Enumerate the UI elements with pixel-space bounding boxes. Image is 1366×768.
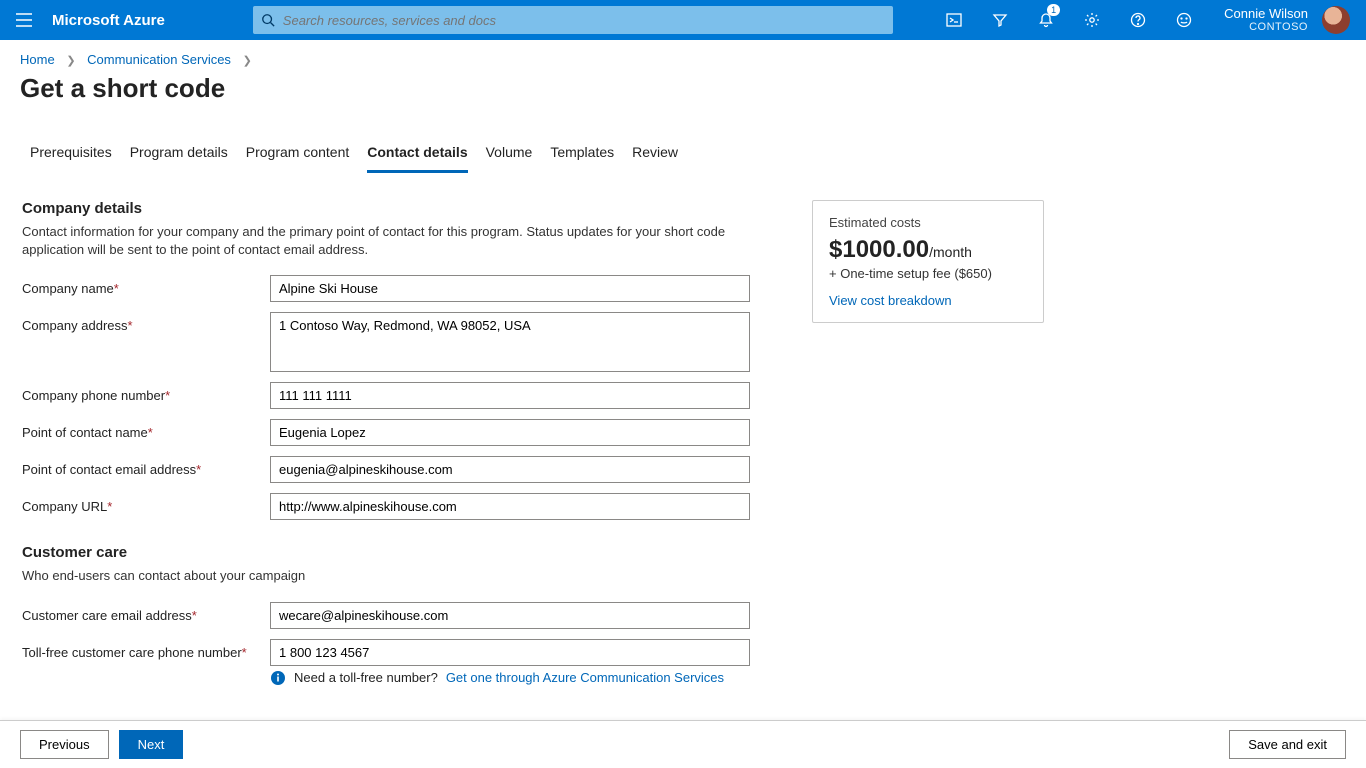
tab-program-content[interactable]: Program content bbox=[246, 138, 350, 173]
next-button[interactable]: Next bbox=[119, 730, 184, 759]
save-exit-button[interactable]: Save and exit bbox=[1229, 730, 1346, 759]
company-section-desc: Contact information for your company and… bbox=[22, 223, 742, 259]
care-section-desc: Who end-users can contact about your cam… bbox=[22, 567, 742, 585]
cost-per: /month bbox=[929, 244, 972, 260]
info-icon bbox=[270, 670, 286, 686]
company-name-input[interactable] bbox=[270, 275, 750, 302]
breadcrumb-service[interactable]: Communication Services bbox=[87, 52, 231, 67]
company-address-label: Company address* bbox=[22, 312, 270, 333]
cost-label: Estimated costs bbox=[829, 215, 1027, 230]
header-actions: 1 Connie Wilson CONTOSO bbox=[934, 0, 1366, 40]
tab-review[interactable]: Review bbox=[632, 138, 678, 173]
tab-templates[interactable]: Templates bbox=[550, 138, 614, 173]
poc-email-input[interactable] bbox=[270, 456, 750, 483]
company-url-input[interactable] bbox=[270, 493, 750, 520]
menu-icon[interactable] bbox=[0, 0, 48, 40]
directory-filter-icon[interactable] bbox=[980, 0, 1020, 40]
breadcrumb-home[interactable]: Home bbox=[20, 52, 55, 67]
care-section-title: Customer care bbox=[22, 544, 782, 561]
user-block[interactable]: Connie Wilson CONTOSO bbox=[1224, 7, 1308, 33]
search-box[interactable] bbox=[253, 6, 893, 34]
help-icon[interactable] bbox=[1118, 0, 1158, 40]
cost-card: Estimated costs $1000.00/month + One-tim… bbox=[812, 200, 1044, 323]
user-name: Connie Wilson bbox=[1224, 7, 1308, 21]
cost-setup: + One-time setup fee ($650) bbox=[829, 266, 1027, 281]
tab-contact-details[interactable]: Contact details bbox=[367, 138, 467, 173]
tab-prerequisites[interactable]: Prerequisites bbox=[30, 138, 112, 173]
top-bar: Microsoft Azure 1 Connie Wilson CONTOSO bbox=[0, 0, 1366, 40]
search-icon bbox=[261, 13, 275, 27]
poc-email-label: Point of contact email address* bbox=[22, 456, 270, 477]
company-section-title: Company details bbox=[22, 200, 782, 217]
poc-name-input[interactable] bbox=[270, 419, 750, 446]
side-panel: Estimated costs $1000.00/month + One-tim… bbox=[812, 200, 1044, 762]
chevron-right-icon: ❯ bbox=[243, 54, 252, 67]
notification-badge: 1 bbox=[1047, 4, 1060, 16]
tollfree-link[interactable]: Get one through Azure Communication Serv… bbox=[446, 670, 724, 685]
cloud-shell-icon[interactable] bbox=[934, 0, 974, 40]
care-email-label: Customer care email address* bbox=[22, 602, 270, 623]
settings-icon[interactable] bbox=[1072, 0, 1112, 40]
search-input[interactable] bbox=[283, 6, 893, 34]
tollfree-helper: Need a toll-free number? Get one through… bbox=[270, 670, 782, 686]
cost-amount: $1000.00 bbox=[829, 236, 929, 263]
content-area: Company details Contact information for … bbox=[0, 174, 1366, 762]
page-title: Get a short code bbox=[0, 71, 1366, 122]
tab-volume[interactable]: Volume bbox=[486, 138, 533, 173]
form-area: Company details Contact information for … bbox=[22, 200, 782, 762]
company-address-input[interactable] bbox=[270, 312, 750, 372]
notifications-icon[interactable]: 1 bbox=[1026, 0, 1066, 40]
poc-name-label: Point of contact name* bbox=[22, 419, 270, 440]
company-phone-label: Company phone number* bbox=[22, 382, 270, 403]
cost-breakdown-link[interactable]: View cost breakdown bbox=[829, 293, 952, 308]
footer-bar: Previous Next Save and exit bbox=[0, 720, 1366, 768]
chevron-right-icon: ❯ bbox=[66, 54, 75, 67]
care-toll-input[interactable] bbox=[270, 639, 750, 666]
company-phone-input[interactable] bbox=[270, 382, 750, 409]
company-url-label: Company URL* bbox=[22, 493, 270, 514]
previous-button[interactable]: Previous bbox=[20, 730, 109, 759]
care-email-input[interactable] bbox=[270, 602, 750, 629]
feedback-icon[interactable] bbox=[1164, 0, 1204, 40]
tabs: Prerequisites Program details Program cont… bbox=[0, 138, 1366, 174]
company-name-label: Company name* bbox=[22, 275, 270, 296]
avatar[interactable] bbox=[1322, 6, 1350, 34]
care-toll-label: Toll-free customer care phone number* bbox=[22, 639, 270, 660]
tenant-name: CONTOSO bbox=[1224, 21, 1308, 33]
breadcrumb: Home ❯ Communication Services ❯ bbox=[0, 40, 1366, 71]
tab-program-details[interactable]: Program details bbox=[130, 138, 228, 173]
brand-label[interactable]: Microsoft Azure bbox=[48, 12, 165, 29]
